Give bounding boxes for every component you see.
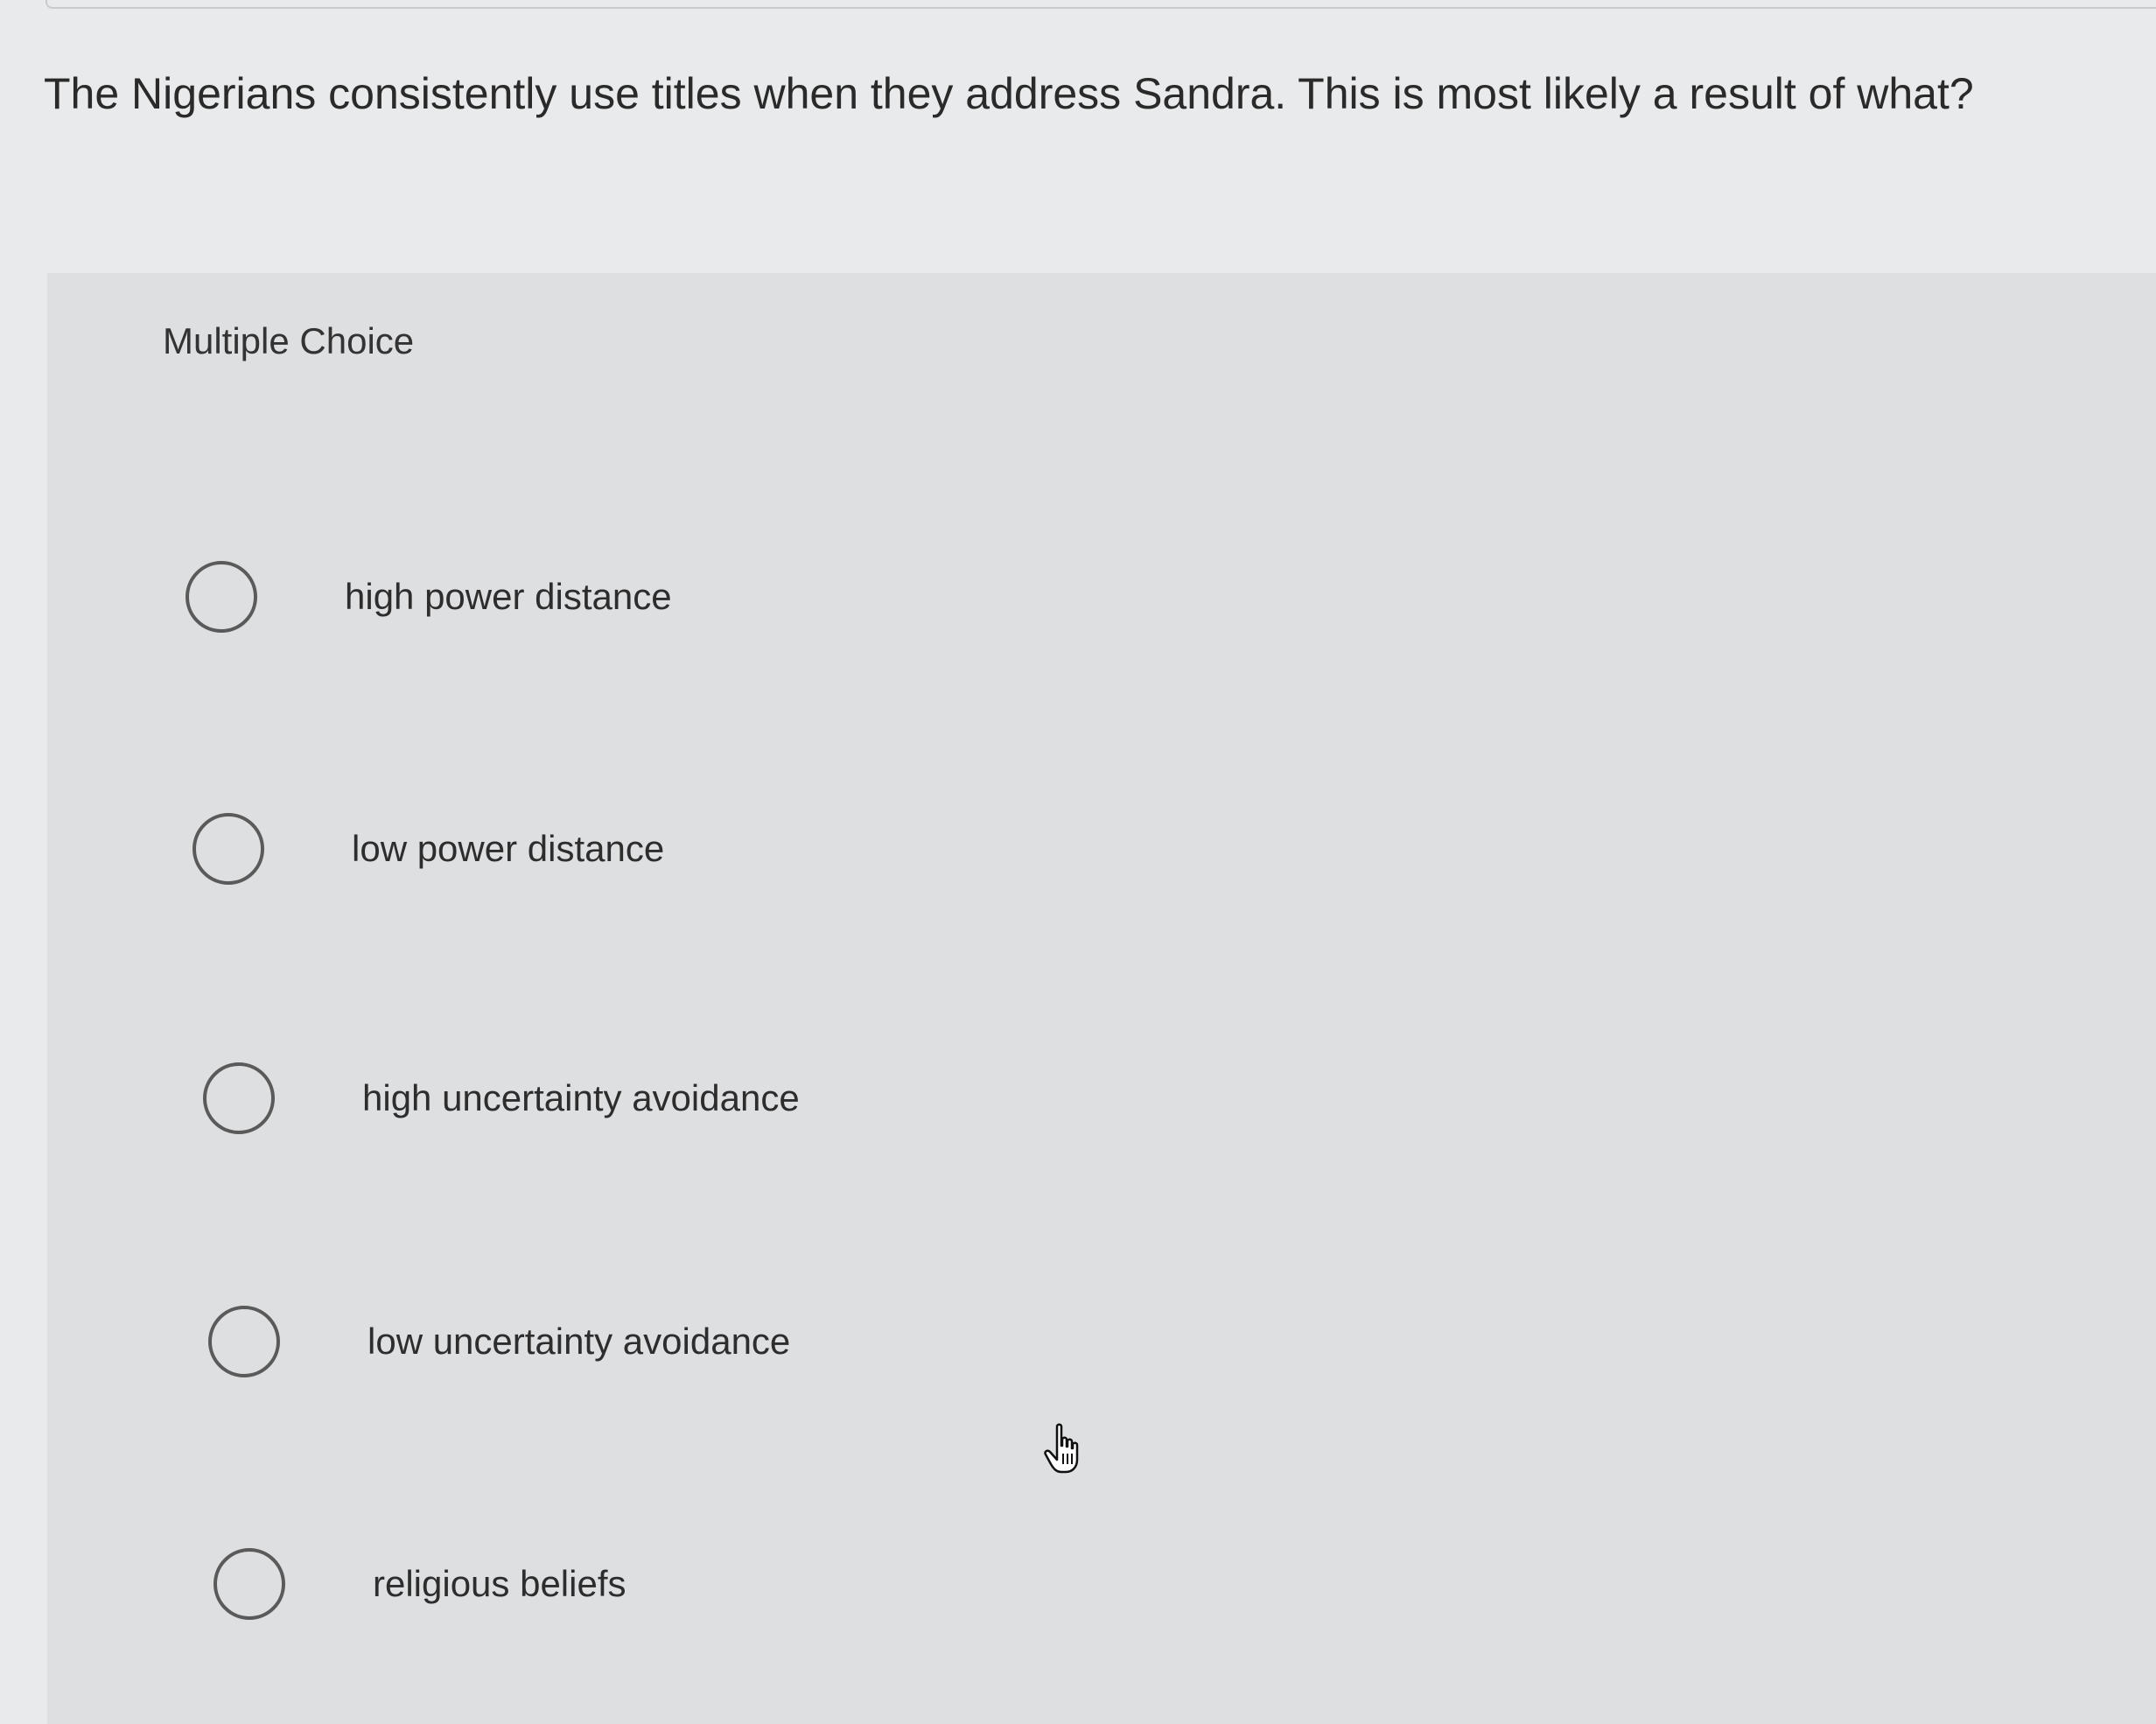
answer-option-label: low power distance bbox=[352, 828, 665, 869]
radio-button-icon[interactable] bbox=[186, 561, 257, 633]
answer-option[interactable]: high power distance bbox=[186, 549, 2110, 645]
answer-option-label: low uncertainty avoidance bbox=[368, 1321, 791, 1362]
answer-option[interactable]: low power distance bbox=[192, 801, 2118, 897]
answer-option[interactable]: low uncertainty avoidance bbox=[208, 1293, 2133, 1390]
answer-option-label: high power distance bbox=[345, 576, 672, 617]
multiple-choice-panel: Multiple Choice high power distance low … bbox=[47, 273, 2156, 1724]
hand-pointer-icon bbox=[1044, 1423, 1079, 1474]
question-text: The Nigerians consistently use titles wh… bbox=[44, 69, 1974, 118]
answer-option-label: religious beliefs bbox=[373, 1563, 626, 1604]
answer-option-label: high uncertainty avoidance bbox=[362, 1077, 800, 1118]
radio-button-icon[interactable] bbox=[203, 1062, 275, 1134]
answer-options: high power distance low power distance h… bbox=[47, 273, 2156, 1724]
answer-option[interactable]: high uncertainty avoidance bbox=[203, 1050, 2128, 1146]
radio-button-icon[interactable] bbox=[208, 1306, 280, 1377]
top-divider bbox=[46, 0, 2156, 9]
answer-option[interactable]: religious beliefs bbox=[214, 1536, 2138, 1632]
radio-button-icon[interactable] bbox=[192, 813, 264, 885]
radio-button-icon[interactable] bbox=[214, 1548, 285, 1620]
